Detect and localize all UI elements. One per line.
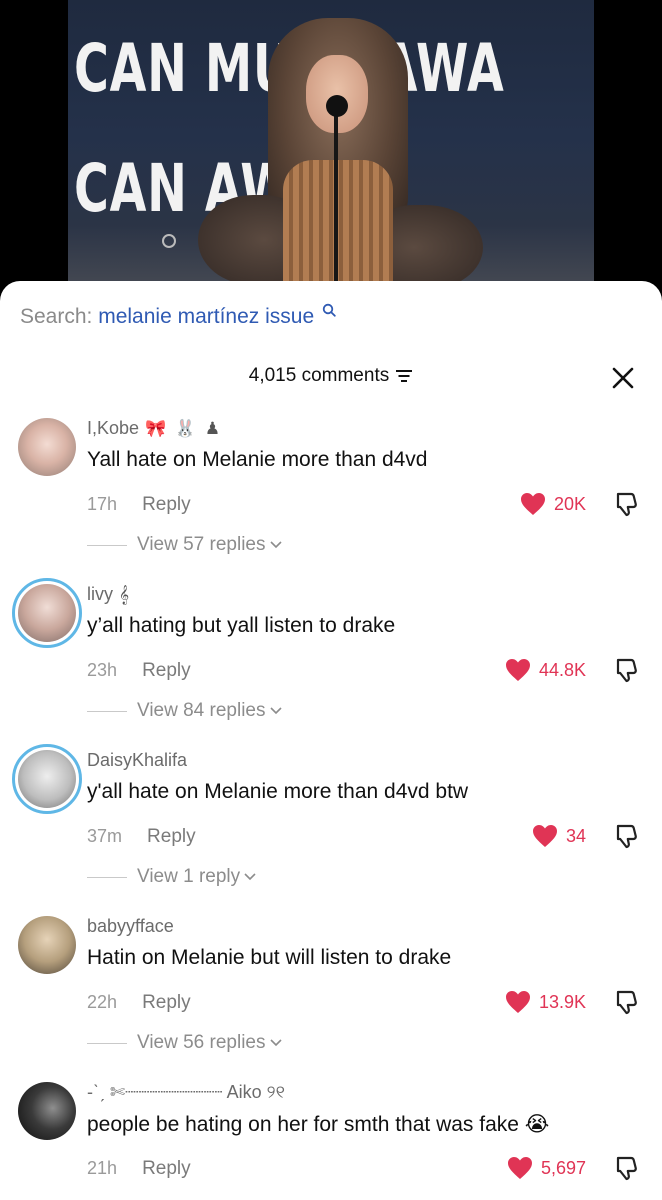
comment-username[interactable]: livy 𝄞: [87, 584, 131, 605]
thumbs-down-icon[interactable]: [612, 822, 640, 850]
comments-sheet: Search: melanie martínez issue 4,015 com…: [0, 281, 662, 1200]
comment-item: DaisyKhalifa y'all hate on Melanie more …: [0, 744, 662, 916]
heart-icon: [507, 1157, 532, 1179]
thumbs-down-icon[interactable]: [612, 490, 640, 518]
video-player[interactable]: CAN MU IC AWA CAN AWA: [0, 0, 662, 300]
username-emoji: 𝄞: [119, 585, 132, 604]
avatar[interactable]: [12, 578, 82, 648]
video-frame: CAN MU IC AWA CAN AWA: [68, 0, 594, 300]
reply-button[interactable]: Reply: [142, 992, 191, 1013]
like-button[interactable]: 20K: [520, 492, 586, 516]
comment-text: Hatin on Melanie but will listen to drak…: [87, 946, 452, 969]
thumbs-down-icon[interactable]: [612, 1154, 640, 1182]
avatar[interactable]: [12, 744, 82, 814]
chevron-down-icon: [269, 1039, 282, 1047]
filter-icon[interactable]: [395, 369, 413, 383]
search-label: Search:: [20, 305, 93, 328]
comment-item: livy 𝄞 y’all hating but yall listen to dr…: [0, 578, 662, 750]
view-replies-button[interactable]: View 57 replies: [87, 534, 282, 556]
reply-button[interactable]: Reply: [147, 826, 196, 847]
comment-time: 17h: [87, 494, 118, 514]
avatar[interactable]: [18, 1082, 76, 1140]
reply-button[interactable]: Reply: [142, 494, 191, 515]
heart-icon: [505, 659, 530, 681]
comment-meta: 37m Reply: [87, 826, 196, 848]
comment-time: 21h: [87, 1158, 118, 1178]
view-replies-button[interactable]: View 56 replies: [87, 1032, 282, 1054]
reply-button[interactable]: Reply: [142, 1158, 191, 1179]
like-count: 44.8K: [538, 659, 586, 680]
like-count: 34: [565, 825, 586, 846]
comment-time: 37m: [87, 826, 123, 846]
like-button[interactable]: 13.9K: [505, 990, 586, 1014]
thumbs-down-icon[interactable]: [612, 988, 640, 1016]
avatar[interactable]: [18, 916, 76, 974]
chevron-down-icon: [244, 873, 256, 881]
avatar[interactable]: [18, 418, 76, 476]
search-icon: [322, 303, 336, 317]
comment-username[interactable]: I,Kobe 🎀 🐰 ♟: [87, 418, 222, 439]
comment-meta: 23h Reply: [87, 660, 191, 682]
username-emoji: 🎀 🐰 ♟: [145, 419, 223, 438]
comment-username[interactable]: -ˋˏ ✄┈┈┈┈┈┈┈┈┈ Aiko ୨୧: [87, 1082, 291, 1103]
comment-text: y’all hating but yall listen to drake: [87, 614, 396, 637]
like-button[interactable]: 44.8K: [505, 658, 586, 682]
network-logo-icon: [162, 234, 176, 248]
comment-text: y'all hate on Melanie more than d4vd btw: [87, 780, 469, 803]
heart-icon: [520, 493, 545, 515]
comment-username[interactable]: DaisyKhalifa: [87, 750, 193, 771]
comment-meta: 17h Reply: [87, 494, 191, 516]
reply-button[interactable]: Reply: [142, 660, 191, 681]
thumbs-down-icon[interactable]: [612, 656, 640, 684]
like-button[interactable]: 5,697: [507, 1156, 586, 1180]
search-term-link[interactable]: melanie martínez issue: [98, 305, 314, 328]
heart-icon: [532, 825, 557, 847]
chevron-down-icon: [269, 707, 282, 715]
microphone: [326, 95, 348, 117]
comment-meta: 22h Reply: [87, 992, 191, 1014]
like-button[interactable]: 34: [532, 824, 586, 848]
view-replies-button[interactable]: View 1 reply: [87, 866, 256, 888]
comment-count: 4,015 comments: [248, 365, 390, 386]
comment-time: 22h: [87, 992, 118, 1012]
comment-time: 23h: [87, 660, 118, 680]
like-count: 13.9K: [538, 991, 586, 1012]
heart-icon: [505, 991, 530, 1013]
comment-username[interactable]: babyyfface: [87, 916, 180, 937]
mic-stand: [334, 110, 338, 300]
comment-item: I,Kobe 🎀 🐰 ♟ Yall hate on Melanie more th…: [0, 418, 662, 584]
comment-text: people be hating on her for smth that wa…: [87, 1113, 550, 1136]
comment-item: -ˋˏ ✄┈┈┈┈┈┈┈┈┈ Aiko ୨୧ people be hating …: [0, 1082, 662, 1200]
related-search[interactable]: Search: melanie martínez issue: [20, 303, 336, 329]
chevron-down-icon: [269, 541, 282, 549]
like-count: 5,697: [540, 1157, 586, 1178]
comments-header: 4,015 comments: [0, 365, 662, 395]
comment-text: Yall hate on Melanie more than d4vd: [87, 448, 428, 471]
view-replies-button[interactable]: View 84 replies: [87, 700, 282, 722]
comment-item: babyyfface Hatin on Melanie but will lis…: [0, 916, 662, 1082]
close-icon[interactable]: [610, 365, 636, 391]
like-count: 20K: [553, 493, 586, 514]
performer-dress: [283, 160, 393, 300]
comment-meta: 21h Reply: [87, 1158, 191, 1180]
